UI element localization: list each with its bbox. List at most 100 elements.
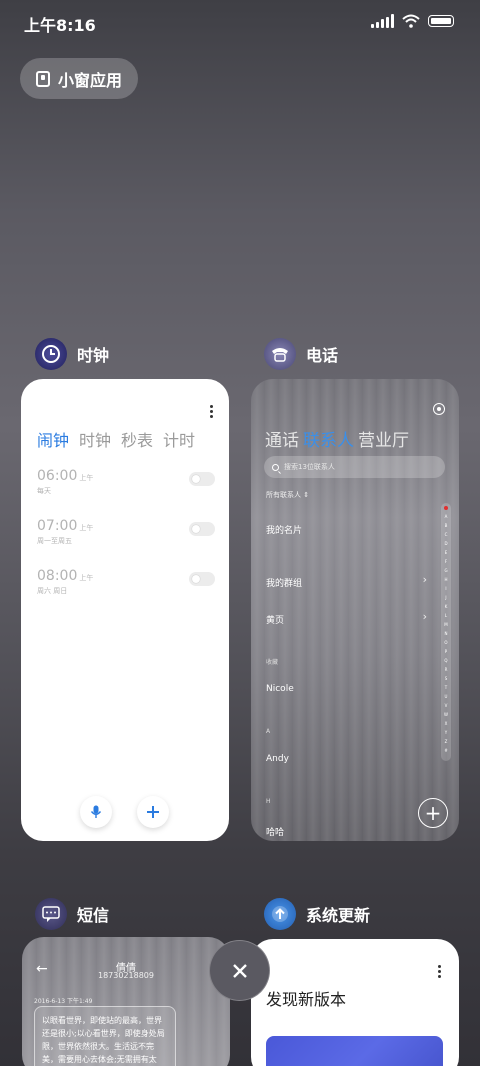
index-letter[interactable]: T [445,683,447,692]
conversation-contact-number: 18730218809 [98,971,154,980]
index-letter[interactable]: Z [445,737,448,746]
index-letter[interactable]: W [444,710,448,719]
alarm-repeat: 每天 [37,487,51,495]
alarm-time: 07:00 [37,518,78,534]
index-letter[interactable]: X [445,719,448,728]
phone-app-header[interactable]: 电话 [264,338,338,370]
clock-app-name: 时钟 [77,346,110,365]
index-letter[interactable]: Q [444,656,447,665]
my-groups-row[interactable]: 我的群组 [266,576,302,589]
sms-app-header[interactable]: 短信 [35,898,109,930]
tab-stopwatch[interactable]: 秒表 [121,427,153,451]
index-letter[interactable]: G [444,566,447,575]
index-letter[interactable]: B [445,521,448,530]
more-icon[interactable] [210,405,213,418]
index-letter[interactable]: V [445,701,448,710]
index-letter[interactable]: M [444,620,447,629]
plus-icon [147,806,159,818]
section-header-starred: 收藏 [266,659,279,666]
phone-app-card[interactable]: 通话 联系人 营业厅 搜索13位联系人 所有联系人 ⇕ 我的名片 我的群组 › … [251,379,459,841]
clock-tabs: 闹钟 时钟 秒表 计时 [37,427,195,451]
my-card-row[interactable]: 我的名片 [266,523,302,536]
search-placeholder: 搜索13位联系人 [284,463,335,471]
add-alarm-button[interactable] [137,796,169,828]
mini-window-label: 小窗应用 [58,70,123,90]
status-icons [371,14,454,28]
tab-clock[interactable]: 时钟 [79,427,111,451]
index-letter[interactable]: N [445,629,448,638]
update-app-name: 系统更新 [306,906,371,925]
alarm-ampm: 上午 [79,524,94,532]
clear-all-button[interactable] [209,940,270,1001]
index-letter[interactable]: U [445,692,448,701]
index-letter[interactable]: J [445,593,446,602]
add-contact-button[interactable]: + [418,798,448,828]
index-letter[interactable]: K [445,602,448,611]
index-letter[interactable]: L [445,611,447,620]
index-letter[interactable]: Y [445,728,447,737]
index-letter[interactable]: D [444,539,447,548]
tab-service-hall[interactable]: 营业厅 [358,426,409,451]
contact-row[interactable]: Andy [266,754,289,764]
index-letter[interactable]: R [445,665,448,674]
more-icon[interactable] [438,965,441,978]
index-letter[interactable]: # [444,746,447,755]
alarm-toggle[interactable] [189,572,215,586]
alarm-toggle[interactable] [189,472,215,486]
update-app-card[interactable]: 发现新版本 [251,939,459,1066]
message-bubble[interactable]: 以眼看世界，即使站的最高，世界还是很小;以心看世界，即使身处局限，世界依然很大。… [34,1006,176,1066]
index-letter[interactable]: S [445,674,448,683]
settings-icon[interactable] [433,403,445,415]
battery-icon [428,15,454,27]
yellow-pages-row[interactable]: 黄页 [266,613,284,626]
alarm-repeat: 周一至周五 [37,537,72,545]
tab-calls[interactable]: 通话 [265,426,299,451]
starred-dot-icon [444,506,448,510]
phone-tabs: 通话 联系人 营业厅 [265,426,409,451]
alarm-item[interactable]: 06:00 上午 每天 [37,468,215,498]
contact-search-input[interactable]: 搜索13位联系人 [264,456,445,478]
clock-app-icon [35,338,67,370]
chevron-right-icon: › [422,573,427,586]
chevron-right-icon: › [422,610,427,623]
contact-row[interactable]: Nicole [266,684,294,694]
contact-row[interactable]: 哈哈 [266,825,284,838]
index-letter[interactable]: C [445,530,448,539]
update-app-header[interactable]: 系统更新 [264,898,370,930]
section-header-h: H [266,798,271,805]
sms-app-icon [35,898,67,930]
alarm-repeat: 周六 周日 [37,587,68,595]
index-letter[interactable]: I [445,584,446,593]
mini-window-button[interactable]: 小窗应用 [20,58,138,99]
index-letter[interactable]: O [444,638,447,647]
phone-app-icon [264,338,296,370]
alarm-ampm: 上午 [79,574,94,582]
alarm-item[interactable]: 08:00 上午 周六 周日 [37,568,215,598]
phone-app-name: 电话 [306,346,339,365]
wifi-icon [402,14,420,28]
index-letter[interactable]: F [445,557,447,566]
clock-app-header[interactable]: 时钟 [35,338,109,370]
microphone-icon [90,805,102,818]
index-letter[interactable]: A [445,512,448,521]
sms-app-card[interactable]: ← 倩倩 18730218809 2016-6-13 下午1:49 以眼看世界，… [22,937,230,1066]
tab-alarm[interactable]: 闹钟 [37,427,69,451]
tab-contacts[interactable]: 联系人 [303,426,354,451]
clock-app-card[interactable]: 闹钟 时钟 秒表 计时 06:00 上午 每天 07:00 上午 周一至周五 08:… [21,379,229,841]
alarm-item[interactable]: 07:00 上午 周一至周五 [37,518,215,548]
update-banner-image [266,1036,443,1066]
alarm-time: 08:00 [37,568,78,584]
contact-filter[interactable]: 所有联系人 ⇕ [266,490,309,500]
mini-window-icon [36,70,50,87]
alarm-toggle[interactable] [189,522,215,536]
index-letter[interactable]: H [444,575,447,584]
search-icon [272,463,279,471]
alphabet-index-scrollbar[interactable]: A B C D E F G H I J K L M N O P Q R S T U V W X Y Z # [441,503,451,761]
update-title: 发现新版本 [266,990,347,1009]
index-letter[interactable]: P [445,647,447,656]
tab-timer[interactable]: 计时 [163,427,195,451]
alarm-time: 06:00 [37,468,78,484]
index-letter[interactable]: E [445,548,448,557]
voice-button[interactable] [80,796,112,828]
close-icon [232,963,247,978]
